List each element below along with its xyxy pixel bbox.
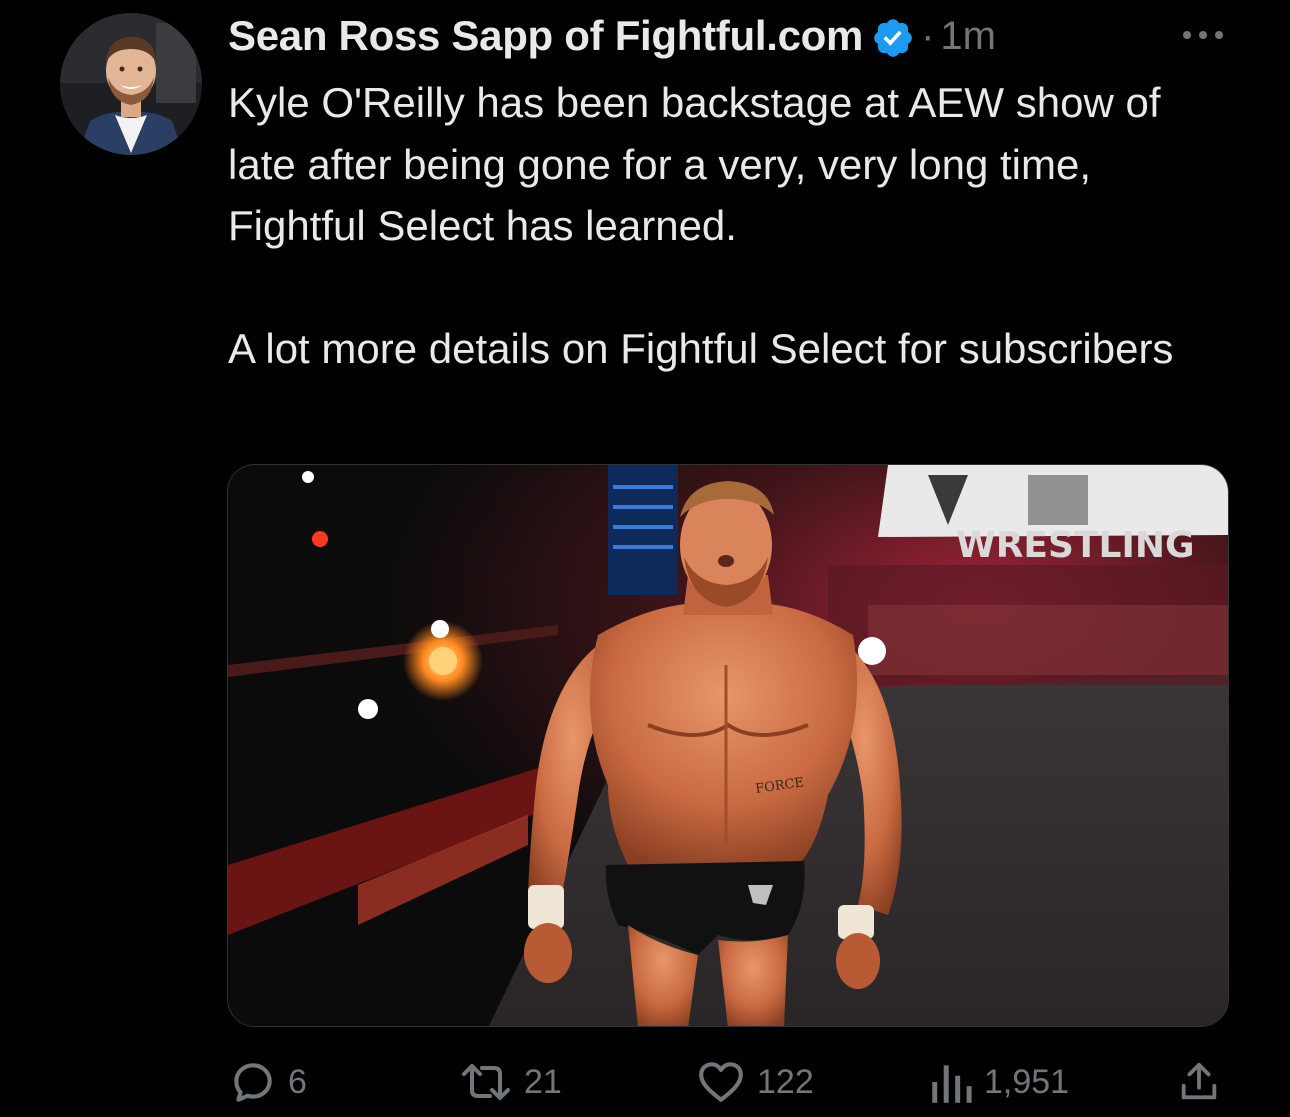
more-options-icon[interactable] <box>1180 22 1226 48</box>
share-icon <box>1181 1062 1217 1100</box>
tweet-card[interactable]: Sean Ross Sapp of Fightful.com · 1m Kyle… <box>0 0 1290 1117</box>
reply-button[interactable]: 6 <box>228 1052 307 1112</box>
wrestler-photo-icon: WRESTLING FORCE <box>228 465 1228 1026</box>
reply-icon <box>234 1063 272 1102</box>
avatar[interactable] <box>60 13 202 155</box>
tweet-media-image[interactable]: WRESTLING FORCE <box>227 464 1229 1027</box>
like-button[interactable]: 122 <box>695 1052 814 1112</box>
verified-badge-icon <box>874 19 912 57</box>
tweet-actions-bar: 6 21 122 1,951 <box>0 1052 1290 1112</box>
tweet-body: Kyle O'Reilly has been backstage at AEW … <box>228 72 1238 380</box>
profile-photo-icon <box>60 13 202 155</box>
repost-icon <box>462 1064 510 1100</box>
tweet-timestamp[interactable]: 1m <box>940 14 996 59</box>
like-count: 122 <box>757 1062 814 1101</box>
share-button[interactable] <box>1176 1052 1222 1112</box>
tweet-header: Sean Ross Sapp of Fightful.com · 1m <box>228 6 996 66</box>
views-button[interactable]: 1,951 <box>928 1052 1069 1112</box>
views-chart-icon <box>932 1065 972 1103</box>
views-count: 1,951 <box>984 1062 1070 1101</box>
heart-icon <box>699 1062 743 1102</box>
author-display-name[interactable]: Sean Ross Sapp of Fightful.com <box>228 12 863 60</box>
header-separator: · <box>921 13 935 58</box>
tweet-paragraph: Kyle O'Reilly has been backstage at AEW … <box>228 79 1161 249</box>
repost-button[interactable]: 21 <box>458 1052 562 1112</box>
sign-text: WRESTLING <box>956 525 1195 566</box>
repost-count: 21 <box>524 1062 562 1101</box>
reply-count: 6 <box>288 1062 307 1101</box>
tweet-paragraph: A lot more details on Fightful Select fo… <box>228 325 1174 372</box>
